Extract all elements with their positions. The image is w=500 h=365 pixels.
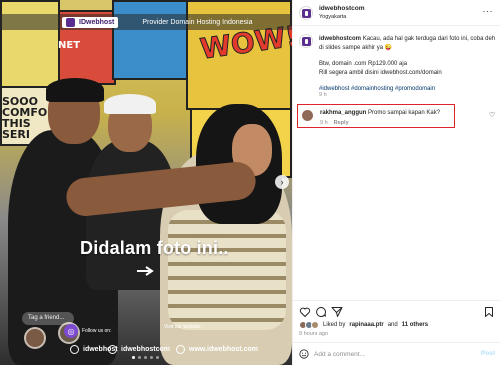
carousel-dot bbox=[138, 356, 141, 359]
post-location[interactable]: Yogyakarta bbox=[319, 14, 346, 20]
comment-text: Promo sampai kapan Kak? bbox=[368, 110, 441, 116]
caption-timestamp: 9 h bbox=[319, 92, 327, 98]
add-comment-bar: Post bbox=[293, 342, 500, 365]
footer-instagram: idwebhostcom bbox=[108, 345, 170, 354]
footer-website-url: www.idwebhost.com bbox=[189, 346, 258, 353]
facebook-icon bbox=[70, 345, 79, 354]
carousel-dots bbox=[132, 356, 159, 359]
banner-brand-chip: IDwebhost bbox=[62, 16, 119, 28]
share-paper-plane-icon[interactable] bbox=[331, 306, 343, 318]
follow-us-block: ◎ Follow us on: bbox=[64, 324, 111, 338]
emoji-smiley-icon[interactable] bbox=[299, 349, 309, 359]
footer-handle-2: idwebhostcom bbox=[121, 346, 171, 353]
photo-top-banner: IDwebhost Provider Domain Hosting Indone… bbox=[0, 14, 292, 30]
visit-website-block: Visit our website: bbox=[164, 324, 202, 330]
carousel-dot bbox=[150, 356, 153, 359]
post-comment-button[interactable]: Post bbox=[481, 350, 495, 357]
likes-prefix: Liked by bbox=[323, 322, 346, 328]
caption-username[interactable]: idwebhostcom bbox=[319, 36, 361, 42]
tagged-avatar bbox=[24, 327, 46, 349]
commenter-avatar[interactable] bbox=[302, 110, 313, 121]
post-actions-bar bbox=[293, 300, 500, 320]
comic-panel bbox=[112, 0, 188, 80]
person-left-cap bbox=[46, 78, 104, 102]
author-avatar[interactable] bbox=[299, 6, 313, 20]
add-comment-input[interactable] bbox=[314, 348, 464, 360]
carousel-dot bbox=[156, 356, 159, 359]
like-heart-icon[interactable] bbox=[299, 306, 311, 318]
likes-summary: Liked by rapinaaa.ptr and 11 others bbox=[299, 321, 428, 329]
post-header: idwebhostcom Yogyakarta ··· bbox=[293, 0, 500, 26]
author-username[interactable]: idwebhostcom bbox=[319, 5, 365, 12]
save-bookmark-icon[interactable] bbox=[483, 306, 495, 318]
comment-timestamp: 9 h bbox=[320, 120, 328, 126]
likes-others[interactable]: 11 others bbox=[402, 322, 428, 328]
liker-avatars bbox=[299, 321, 319, 329]
caption-hashtags[interactable]: #idwebhost #domainhosting #promodomain bbox=[319, 85, 497, 94]
carousel-dot bbox=[132, 356, 135, 359]
instagram-icon bbox=[108, 345, 117, 354]
banner-brand-label: IDwebhost bbox=[79, 18, 115, 26]
post-photo: WOW! SOOO COMFORT THIS SERI NET IDwebhos… bbox=[0, 0, 292, 365]
photo-overlay-caption: Didalam foto ini.. bbox=[80, 238, 229, 258]
highlighted-comment: rakhma_anggun Promo sampai kapan Kak? 9 … bbox=[297, 104, 455, 128]
post-panel: idwebhostcom Yogyakarta ··· idwebhostcom… bbox=[292, 0, 500, 365]
comment-meta: 9 h Reply bbox=[320, 120, 349, 126]
comic-net-text: NET bbox=[58, 40, 81, 51]
comment-body: rakhma_anggun Promo sampai kapan Kak? bbox=[320, 110, 440, 116]
visit-website-label: Visit our website: bbox=[164, 324, 202, 330]
person-middle-cap bbox=[104, 94, 156, 114]
idwebhost-logo-icon bbox=[66, 17, 75, 27]
person-right-sweater bbox=[168, 210, 286, 330]
globe-icon bbox=[176, 345, 185, 354]
likes-connector: and bbox=[387, 322, 398, 328]
caption-line-2: Btw, domain .com Rp129.000 aja bbox=[319, 61, 408, 67]
footer-website: www.idwebhost.com bbox=[176, 345, 258, 354]
more-options-icon[interactable]: ··· bbox=[483, 6, 494, 16]
instagram-icon: ◎ bbox=[64, 324, 78, 338]
carousel-dot bbox=[144, 356, 147, 359]
next-slide-button[interactable]: › bbox=[275, 175, 289, 189]
right-arrow-icon bbox=[137, 266, 154, 276]
post-caption: idwebhostcom Kacau, ada hal gak terduga … bbox=[319, 35, 497, 94]
caption-author-avatar[interactable] bbox=[299, 34, 313, 48]
banner-provider-label: Provider Domain Hosting Indonesia bbox=[142, 18, 253, 26]
caption-line-3: Rill segera ambil disini idwebhost.com/d… bbox=[319, 69, 442, 76]
comment-username[interactable]: rakhma_anggun bbox=[320, 110, 366, 116]
post-timestamp: 9 hours ago bbox=[299, 331, 329, 337]
follow-us-label: Follow us on: bbox=[82, 328, 112, 334]
reply-button[interactable]: Reply bbox=[334, 120, 349, 126]
comment-like-heart-icon[interactable]: ♡ bbox=[489, 111, 495, 119]
liker-avatar bbox=[311, 321, 319, 329]
comment-bubble-icon[interactable] bbox=[315, 306, 327, 318]
likes-user[interactable]: rapinaaa.ptr bbox=[349, 322, 383, 328]
